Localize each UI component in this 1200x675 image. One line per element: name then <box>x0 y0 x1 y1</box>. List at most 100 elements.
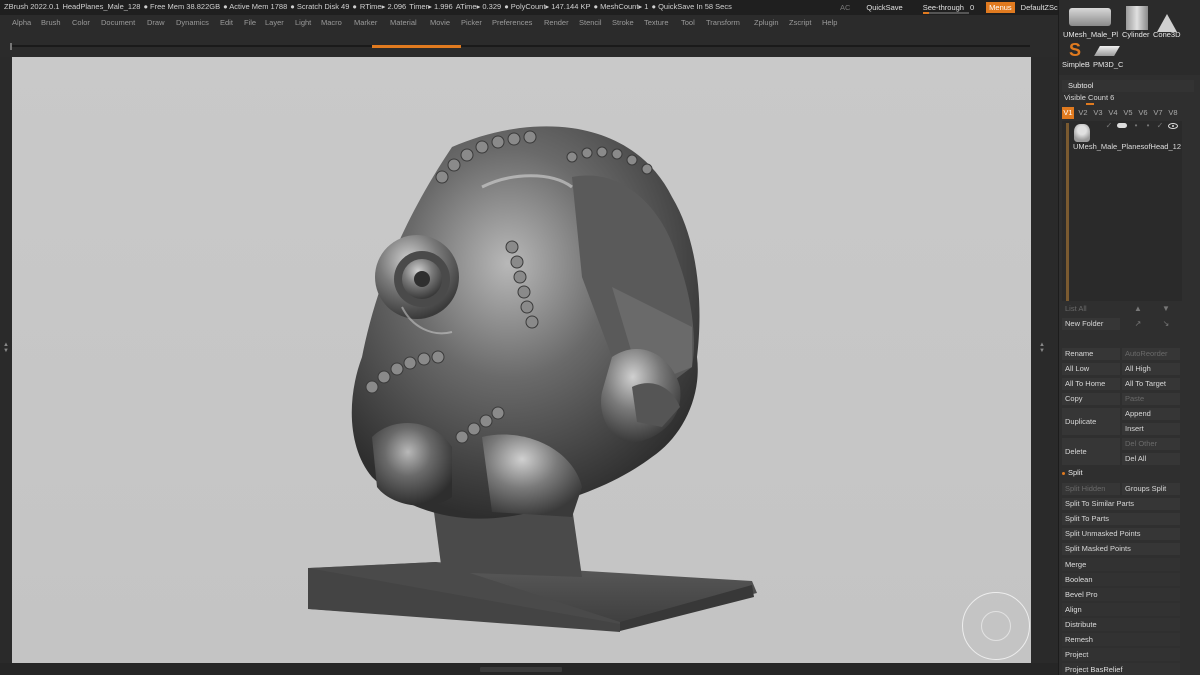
ac-button[interactable]: AC <box>840 3 850 12</box>
subtool-visibility-toggle[interactable] <box>1117 123 1127 128</box>
menu-render[interactable]: Render <box>544 18 569 27</box>
submenu-distribute[interactable]: Distribute <box>1062 618 1180 631</box>
eye-icon[interactable] <box>1168 123 1178 129</box>
visibility-tab-v6[interactable]: V6 <box>1137 107 1149 119</box>
menus-toggle[interactable]: Menus <box>986 2 1015 13</box>
new-folder-button[interactable]: New Folder <box>1062 318 1120 330</box>
subtool-item-thumbnail[interactable] <box>1074 124 1090 142</box>
del-other-button[interactable]: Del Other <box>1122 438 1180 450</box>
menu-stroke[interactable]: Stroke <box>612 18 634 27</box>
menu-alpha[interactable]: Alpha <box>12 18 31 27</box>
split-hidden-button[interactable]: Split Hidden <box>1062 483 1120 495</box>
move-down-icon[interactable]: ▼ <box>1160 304 1172 314</box>
paste-button[interactable]: Paste <box>1122 393 1180 405</box>
menu-texture[interactable]: Texture <box>644 18 669 27</box>
brush-icon[interactable]: ✓ <box>1154 121 1166 131</box>
menu-draw[interactable]: Draw <box>147 18 165 27</box>
left-tray[interactable]: ▲ ▼ <box>0 57 12 663</box>
menu-material[interactable]: Material <box>390 18 417 27</box>
submenu-remesh[interactable]: Remesh <box>1062 633 1180 646</box>
append-button[interactable]: Append <box>1122 408 1180 420</box>
menu-layer[interactable]: Layer <box>265 18 284 27</box>
menu-marker[interactable]: Marker <box>354 18 377 27</box>
menu-stencil[interactable]: Stencil <box>579 18 602 27</box>
visibility-tab-v8[interactable]: V8 <box>1167 107 1179 119</box>
bottom-tray-handle[interactable] <box>480 667 562 672</box>
all-low-button[interactable]: All Low <box>1062 363 1120 375</box>
menu-transform[interactable]: Transform <box>706 18 740 27</box>
groups-split-button[interactable]: Groups Split <box>1122 483 1180 495</box>
visibility-tab-v7[interactable]: V7 <box>1152 107 1164 119</box>
menu-file[interactable]: File <box>244 18 256 27</box>
canvas-viewport[interactable] <box>12 57 1031 663</box>
move-up-icon[interactable]: ▲ <box>1132 304 1144 314</box>
menu-picker[interactable]: Picker <box>461 18 482 27</box>
menu-macro[interactable]: Macro <box>321 18 342 27</box>
visibility-tab-v2[interactable]: V2 <box>1077 107 1089 119</box>
right-tray[interactable]: ▲ ▼ <box>1031 57 1058 663</box>
arrow-down-right-icon[interactable]: ↘ <box>1160 319 1172 329</box>
folder-icon[interactable]: • <box>1142 121 1154 131</box>
autoreorder-button[interactable]: AutoReorder <box>1122 348 1180 360</box>
thumb-umesh-image[interactable] <box>1069 8 1111 26</box>
split-masked-button[interactable]: Split Masked Points <box>1062 543 1180 555</box>
split-section-header[interactable]: Split <box>1062 468 1083 477</box>
menu-zscript[interactable]: Zscript <box>789 18 812 27</box>
all-to-home-button[interactable]: All To Home <box>1062 378 1120 390</box>
submenu-boolean[interactable]: Boolean <box>1062 573 1180 586</box>
visibility-tab-v1[interactable]: V1 <box>1062 107 1074 119</box>
subtool-scrollbar[interactable] <box>1066 123 1069 301</box>
menu-dynamics[interactable]: Dynamics <box>176 18 209 27</box>
navigation-gizmo[interactable] <box>962 592 1030 660</box>
tray-arrow-icon[interactable]: ▲ ▼ <box>1039 342 1045 354</box>
menu-tool[interactable]: Tool <box>681 18 695 27</box>
all-high-button[interactable]: All High <box>1122 363 1180 375</box>
split-similar-parts-button[interactable]: Split To Similar Parts <box>1062 498 1180 510</box>
menu-light[interactable]: Light <box>295 18 311 27</box>
thumb-pm3d-image[interactable] <box>1094 46 1120 56</box>
split-to-parts-button[interactable]: Split To Parts <box>1062 513 1180 525</box>
menu-zplugin[interactable]: Zplugin <box>754 18 779 27</box>
menu-brush[interactable]: Brush <box>41 18 61 27</box>
thumb-simpleb-label[interactable]: SimpleB <box>1062 60 1090 69</box>
submenu-project[interactable]: Project <box>1062 648 1180 661</box>
visible-count-slider[interactable]: Visible Count 6 <box>1064 93 1114 105</box>
split-unmasked-button[interactable]: Split Unmasked Points <box>1062 528 1180 540</box>
simpleb-brush-icon[interactable]: S <box>1069 41 1087 59</box>
lock-icon[interactable]: • <box>1130 121 1142 131</box>
shelf-accent[interactable] <box>372 45 461 48</box>
see-through-slider[interactable]: See-through <box>922 3 969 14</box>
thumb-pm3d-label[interactable]: PM3D_C <box>1093 60 1123 69</box>
duplicate-button[interactable]: Duplicate <box>1062 408 1120 435</box>
submenu-bevel-pro[interactable]: Bevel Pro <box>1062 588 1180 601</box>
delete-button[interactable]: Delete <box>1062 438 1120 465</box>
thumb-umesh-label[interactable]: UMesh_Male_Pl <box>1063 30 1118 39</box>
menu-preferences[interactable]: Preferences <box>492 18 532 27</box>
list-all-button[interactable]: List All <box>1062 303 1122 315</box>
rename-button[interactable]: Rename <box>1062 348 1120 360</box>
insert-button[interactable]: Insert <box>1122 423 1180 435</box>
visibility-tab-v5[interactable]: V5 <box>1122 107 1134 119</box>
menu-document[interactable]: Document <box>101 18 135 27</box>
del-all-button[interactable]: Del All <box>1122 453 1180 465</box>
menu-color[interactable]: Color <box>72 18 90 27</box>
thumb-cylinder-image[interactable] <box>1126 6 1148 30</box>
copy-button[interactable]: Copy <box>1062 393 1120 405</box>
thumb-cylinder-label[interactable]: Cylinder <box>1122 30 1150 39</box>
polypaint-icon[interactable]: ✓ <box>1103 121 1115 131</box>
subtool-header[interactable]: Subtool <box>1062 80 1194 92</box>
visibility-tab-v4[interactable]: V4 <box>1107 107 1119 119</box>
quicksave-button[interactable]: QuickSave <box>866 3 902 12</box>
subtool-item-label[interactable]: UMesh_Male_PlanesofHead_12 <box>1073 142 1181 151</box>
menu-movie[interactable]: Movie <box>430 18 450 27</box>
visibility-tab-v3[interactable]: V3 <box>1092 107 1104 119</box>
submenu-align[interactable]: Align <box>1062 603 1180 616</box>
all-to-target-button[interactable]: All To Target <box>1122 378 1180 390</box>
thumb-cone-label[interactable]: Cone3D <box>1153 30 1181 39</box>
tray-arrow-icon[interactable]: ▲ ▼ <box>3 342 9 354</box>
submenu-project-basrelief[interactable]: Project BasRelief <box>1062 663 1180 675</box>
arrow-up-right-icon[interactable]: ↗ <box>1132 319 1144 329</box>
menu-help[interactable]: Help <box>822 18 837 27</box>
submenu-merge[interactable]: Merge <box>1062 558 1180 571</box>
menu-edit[interactable]: Edit <box>220 18 233 27</box>
